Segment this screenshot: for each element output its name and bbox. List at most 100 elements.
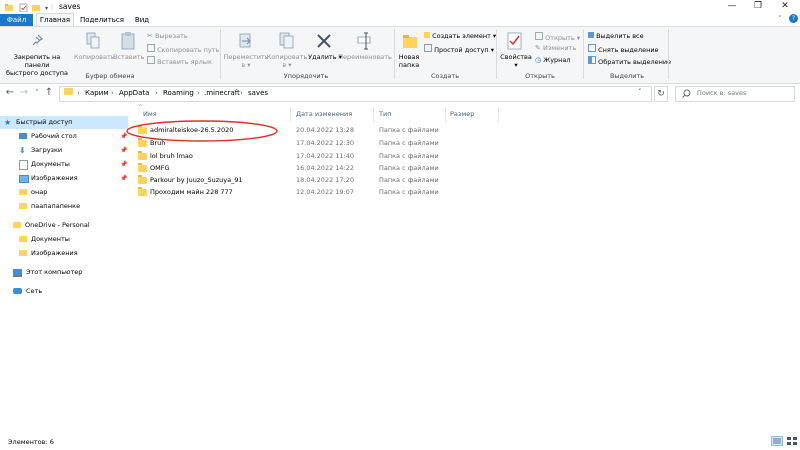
column-header-name[interactable]: Имя	[143, 110, 157, 118]
breadcrumb-separator: ›	[155, 89, 158, 97]
edit-button[interactable]: ✎ Изменить	[535, 44, 576, 52]
properties-label: Свойства	[500, 53, 532, 61]
column-divider[interactable]	[498, 108, 499, 122]
group-clipboard-label: Буфер обмена	[85, 72, 135, 80]
paste-shortcut-icon	[147, 56, 155, 64]
nav-item-label: Документы	[31, 160, 70, 168]
file-row[interactable]: lol bruh lmao 17.04.2022 11:40 Папка с ф…	[138, 150, 538, 162]
column-divider[interactable]	[373, 108, 374, 122]
file-name: Проходим майн 228 777	[150, 188, 233, 196]
group-select-label: Выделить	[609, 72, 645, 80]
breadcrumb-item[interactable]: Roaming	[163, 89, 194, 97]
new-item-icon	[424, 32, 430, 38]
tab-home[interactable]: Главная	[36, 13, 74, 26]
nav-onedrive[interactable]: OneDrive - Personal	[0, 219, 128, 232]
forward-arrow-icon[interactable]: →	[18, 86, 30, 100]
copy-to-label-1: Копировать	[266, 53, 308, 61]
nav-item-downloads[interactable]: ⬇ Загрузки 📌	[0, 144, 128, 157]
copy-path-label: Скопировать путь	[157, 46, 220, 54]
folder-icon	[138, 186, 147, 196]
pin-icon: 📌	[120, 147, 128, 154]
properties-button[interactable]: Свойства ▾	[498, 53, 534, 69]
nav-item-desktop[interactable]: Рабочий стол 📌	[0, 130, 128, 143]
nav-item-pictures[interactable]: Изображения 📌	[0, 172, 128, 185]
paste-button[interactable]: Вставить	[113, 53, 144, 61]
tab-view[interactable]: Вид	[130, 14, 154, 26]
copy-path-icon	[147, 44, 155, 52]
new-folder-button[interactable]: Новая папка	[396, 53, 422, 69]
nav-network[interactable]: Сеть	[0, 285, 128, 298]
open-button[interactable]: Открыть ▾	[535, 32, 580, 42]
column-header-type[interactable]: Тип	[379, 110, 391, 118]
minimize-button[interactable]: —	[720, 0, 744, 14]
file-date: 18.04.2022 17:20	[296, 176, 355, 184]
address-dropdown-chevron-icon[interactable]: ˅	[638, 88, 642, 96]
invert-selection-button[interactable]: Обратить выделение	[588, 56, 671, 66]
ribbon-collapse-icon[interactable]: ˅	[778, 15, 782, 23]
breadcrumb-item[interactable]: Карим	[85, 89, 109, 97]
column-header-size[interactable]: Размер	[450, 110, 474, 118]
breadcrumb-separator: ›	[77, 89, 80, 97]
nav-item-onedrive-documents[interactable]: Документы	[0, 233, 128, 246]
pictures-icon	[19, 175, 29, 183]
file-date: 17.04.2022 11:40	[296, 152, 355, 160]
nav-quick-access[interactable]: ★ Быстрый доступ	[0, 116, 128, 129]
large-icons-view-icon[interactable]	[786, 436, 798, 446]
tab-share[interactable]: Поделиться	[80, 14, 124, 26]
nav-item-folder[interactable]: онар	[0, 186, 128, 199]
nav-network-label: Сеть	[26, 287, 43, 295]
maximize-button[interactable]: ❐	[746, 0, 770, 14]
select-none-button[interactable]: Снять выделение	[588, 44, 659, 54]
help-icon[interactable]: ?	[789, 14, 798, 23]
file-row[interactable]: Проходим майн 228 777 12.04.2022 19:07 П…	[138, 186, 538, 198]
column-header-date[interactable]: Дата изменения	[296, 110, 352, 118]
tab-file[interactable]: Файл	[0, 14, 33, 26]
new-item-button[interactable]: Создать элемент ▾	[424, 32, 496, 40]
close-button[interactable]: ✕	[773, 0, 797, 14]
pin-label-1: Закрепить на панели	[13, 53, 61, 69]
copy-to-icon	[279, 32, 294, 49]
breadcrumb-separator: ›	[197, 89, 200, 97]
file-row[interactable]: Parkour by Juuzo_Suzuya_91 18.04.2022 17…	[138, 174, 538, 186]
breadcrumb-item[interactable]: .minecraft	[204, 89, 240, 97]
rename-button[interactable]: Переименовать	[338, 53, 392, 61]
move-to-icon	[239, 33, 251, 48]
refresh-icon[interactable]: ↻	[654, 86, 668, 102]
column-divider[interactable]	[290, 108, 291, 122]
copy-to-button[interactable]: Копировать в ▾	[265, 53, 309, 69]
details-view-icon[interactable]	[771, 436, 783, 446]
select-all-button[interactable]: Выделить все	[588, 32, 644, 40]
history-button[interactable]: ◷ Журнал	[535, 56, 571, 64]
group-open-label: Открыть	[525, 72, 555, 80]
copy-path-button[interactable]: Скопировать путь	[147, 44, 219, 54]
nav-item-label: онар	[31, 188, 48, 196]
copy-icon	[86, 32, 100, 49]
breadcrumb-item[interactable]: AppData	[119, 89, 149, 97]
nav-item-onedrive-pictures[interactable]: Изображения	[0, 247, 128, 260]
new-item-label: Создать элемент ▾	[432, 32, 497, 40]
file-row[interactable]: OMFG 16.04.2022 14:22 Папка с файлами	[138, 162, 538, 174]
folder-icon	[138, 150, 147, 160]
folder-icon	[19, 203, 27, 209]
document-icon	[19, 160, 28, 170]
copy-button[interactable]: Копировать	[74, 53, 115, 61]
recent-locations-chevron-icon[interactable]: ˅	[31, 86, 43, 100]
nav-item-folder[interactable]: паапапапенке	[0, 200, 128, 213]
move-to-button[interactable]: Переместить в ▾	[222, 53, 270, 69]
file-type: Папка с файлами	[379, 152, 439, 160]
file-type: Папка с файлами	[379, 176, 439, 184]
cut-button[interactable]: ✂ Вырезать	[147, 32, 188, 40]
select-all-icon	[588, 32, 594, 38]
delete-button[interactable]: Удалить ▾	[308, 53, 342, 61]
up-arrow-icon[interactable]: ↑	[43, 86, 55, 100]
back-arrow-icon[interactable]: ←	[4, 86, 16, 100]
nav-this-pc[interactable]: Этот компьютер	[0, 266, 128, 279]
easy-access-button[interactable]: Простой доступ ▾	[424, 44, 494, 54]
pin-icon	[32, 34, 44, 46]
new-folder-label-1: Новая	[398, 53, 420, 61]
paste-shortcut-button[interactable]: Вставить ярлык	[147, 56, 212, 66]
nav-item-documents[interactable]: Документы 📌	[0, 158, 128, 171]
column-divider[interactable]	[445, 108, 446, 122]
breadcrumb-item[interactable]: saves	[248, 89, 268, 97]
file-name: OMFG	[150, 164, 170, 172]
